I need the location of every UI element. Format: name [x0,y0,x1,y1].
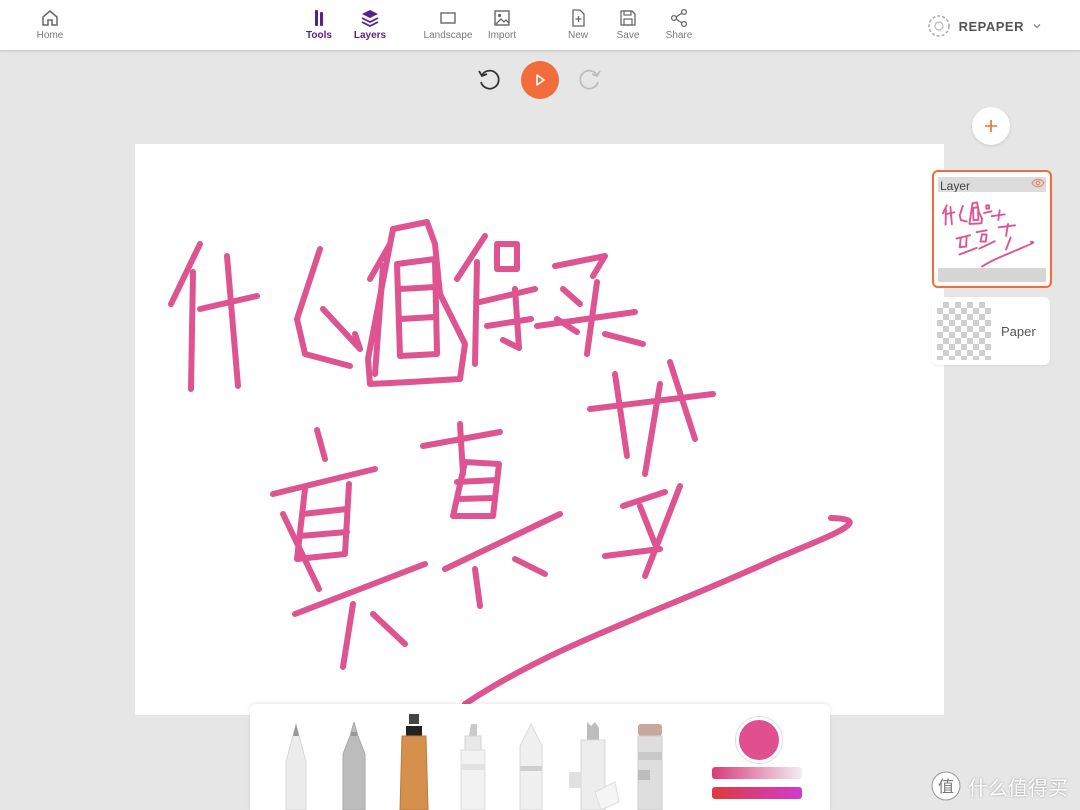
layers-icon [361,10,379,28]
image-icon [494,10,510,26]
plus-icon [985,120,997,132]
layer-footer [938,268,1046,282]
new-label: New [567,30,588,41]
tools-label: Tools [306,30,332,41]
layers-label: Layers [353,30,387,41]
undo-icon [478,69,500,90]
smzdm-logo-icon: 值 [931,771,961,801]
undo-button[interactable] [471,62,507,98]
share-button[interactable]: Share [649,0,709,50]
home-icon [42,10,58,26]
repaper-logo-icon [927,15,950,37]
marker-tool-selected[interactable] [398,714,430,810]
landscape-button[interactable]: Landscape [418,0,478,50]
home-button[interactable]: Home [20,0,80,50]
eye-icon[interactable] [1031,178,1045,188]
import-button[interactable]: Import [472,0,532,50]
svg-text:值: 值 [938,777,954,796]
opacity-slider[interactable] [712,767,802,779]
hue-slider[interactable] [712,787,802,799]
new-file-icon [572,9,585,27]
crayon-tool[interactable] [516,722,546,810]
redo-icon [579,69,601,90]
share-label: Share [665,30,693,41]
chevron-down-icon [1033,24,1041,29]
brand-name: REPAPER [958,18,1024,34]
save-icon [620,10,636,26]
paper-layer-name: Paper [1001,324,1036,339]
pencil-tool[interactable] [282,722,310,810]
share-icon [670,8,688,28]
brand-menu[interactable]: REPAPER [927,14,1042,38]
highlighter-tool[interactable] [457,722,487,810]
tools-tray [250,704,830,810]
fountain-pen-tool[interactable] [565,720,621,810]
color-picker-swatch[interactable] [736,717,782,763]
paper-layer-card[interactable]: Paper [932,297,1050,365]
layers-tab[interactable]: Layers [340,0,400,50]
handwriting-drawing [168,219,853,707]
fineliner-tool[interactable] [339,722,369,810]
layer-card-selected[interactable]: Layer [932,170,1052,288]
layer-name: Layer [940,179,971,193]
home-label: Home [36,30,64,41]
landscape-icon [440,12,456,24]
watermark: 值 什么值得买 [930,770,1068,802]
tools-icon [315,10,323,26]
transparency-thumbnail [937,302,991,360]
top-toolbar: Home Tools Layers Landscape Import New S… [0,0,1080,51]
import-label: Import [487,30,517,41]
play-icon [536,74,545,86]
drawing-canvas[interactable] [135,144,944,715]
save-label: Save [616,30,640,41]
watermark-text: 什么值得买 [968,777,1068,800]
redo-button[interactable] [572,62,608,98]
landscape-label: Landscape [423,30,473,41]
play-button[interactable] [521,61,559,99]
eraser-tool[interactable] [635,722,665,810]
layer-thumbnail [938,192,1046,268]
add-layer-button[interactable] [972,107,1010,145]
